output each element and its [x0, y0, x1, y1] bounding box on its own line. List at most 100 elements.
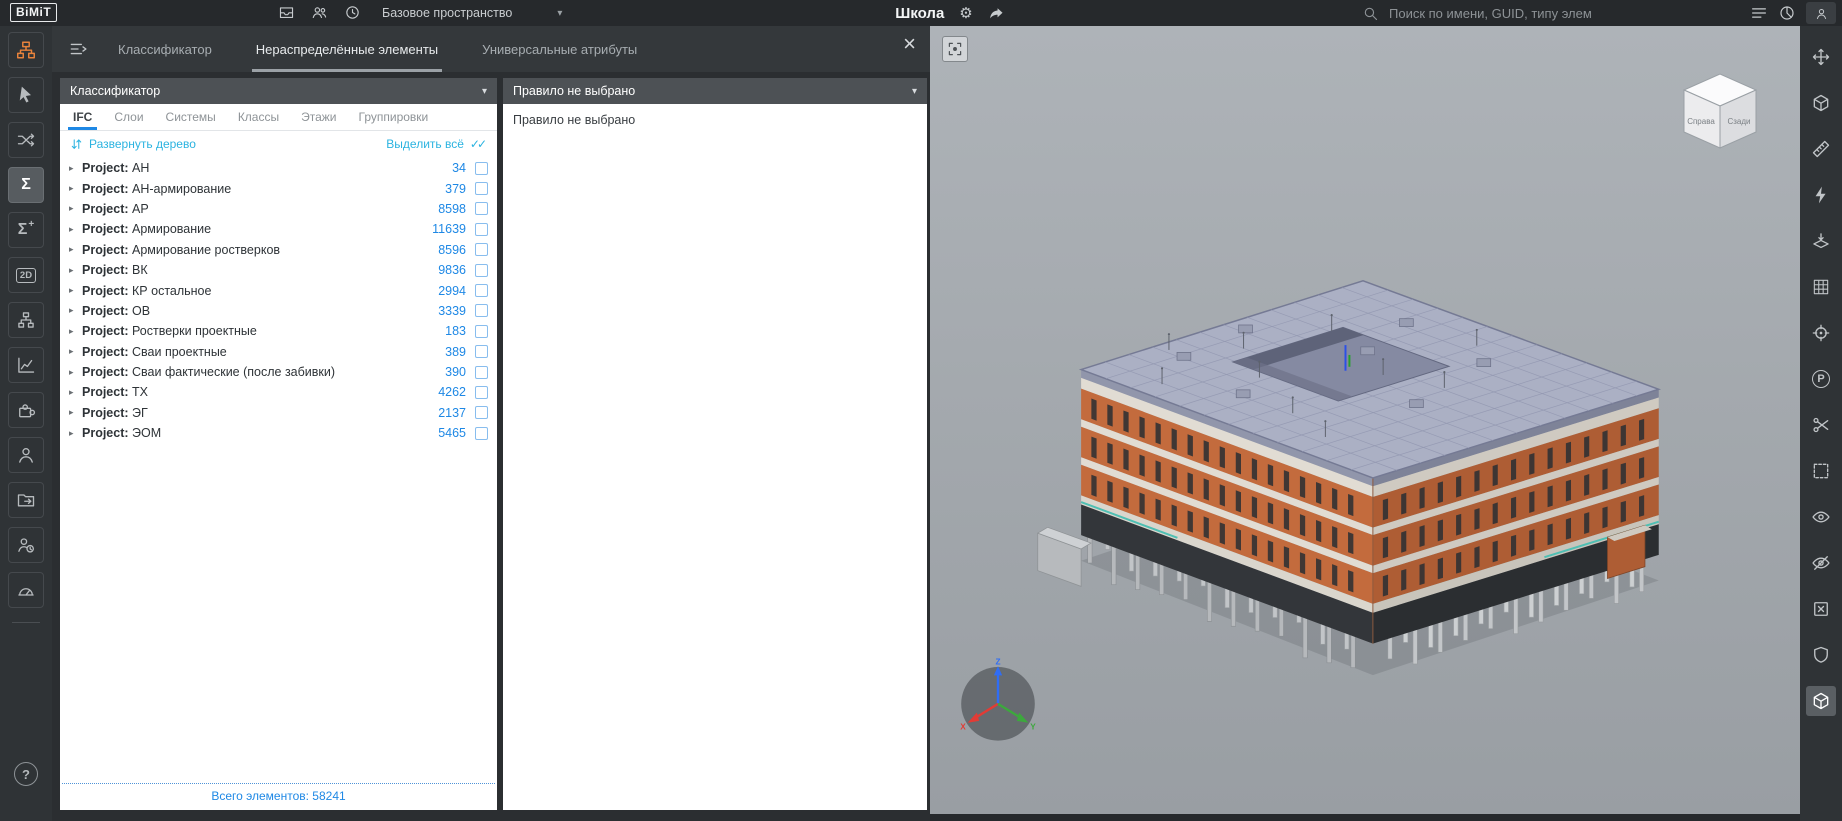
tool-filter-shield[interactable]: [1806, 640, 1836, 670]
sidebar-item-classifier-plus[interactable]: Σ+: [8, 212, 44, 248]
tree-row[interactable]: ▸Project: ЭГ2137: [60, 403, 497, 423]
tool-ruler[interactable]: [1806, 134, 1836, 164]
tree-row-checkbox[interactable]: [475, 182, 488, 195]
classifier-dropdown[interactable]: Классификатор ▾: [60, 78, 497, 104]
viewcube-face-label[interactable]: Сзади: [1727, 117, 1750, 126]
tool-show[interactable]: [1806, 502, 1836, 532]
tool-view-cube[interactable]: [1806, 686, 1836, 716]
classifier-subtab[interactable]: Этажи: [290, 104, 347, 130]
tool-clip-plane[interactable]: [1806, 226, 1836, 256]
focus-button[interactable]: [942, 36, 968, 62]
sidebar-item-model-structure[interactable]: [8, 32, 44, 68]
tree-row-checkbox[interactable]: [475, 223, 488, 236]
workspace-select[interactable]: Базовое пространство ▾: [382, 0, 562, 26]
list-icon[interactable]: [1750, 4, 1768, 22]
expand-tree-link[interactable]: Развернуть дерево: [70, 137, 196, 151]
tree-row[interactable]: ▸Project: Ростверки проектные183: [60, 321, 497, 341]
tool-parking[interactable]: P: [1806, 364, 1836, 394]
sidebar-item-users[interactable]: [8, 437, 44, 473]
tree-row-checkbox[interactable]: [475, 304, 488, 317]
tree-row-checkbox[interactable]: [475, 427, 488, 440]
tree-row-checkbox[interactable]: [475, 325, 488, 338]
collapse-panel-icon[interactable]: [68, 39, 88, 59]
tree-row-checkbox[interactable]: [475, 345, 488, 358]
tree-row-checkbox[interactable]: [475, 243, 488, 256]
view-cube[interactable]: Справа Сзади: [1670, 64, 1770, 154]
share-icon[interactable]: [988, 5, 1005, 22]
tool-select-area[interactable]: [1806, 456, 1836, 486]
panel-tab[interactable]: Классификатор: [118, 26, 212, 72]
tree-row-checkbox[interactable]: [475, 162, 488, 175]
tree-row-checkbox[interactable]: [475, 366, 488, 379]
history-clock-icon[interactable]: [344, 4, 361, 21]
sidebar-item-charts[interactable]: [8, 347, 44, 383]
axis-gizmo[interactable]: Z X Y: [952, 656, 1044, 748]
expand-arrow-icon[interactable]: ▸: [69, 346, 82, 357]
viewcube-face-label[interactable]: Справа: [1687, 117, 1715, 126]
recent-pie-icon[interactable]: [1778, 4, 1796, 22]
classifier-subtab[interactable]: Классы: [227, 104, 290, 130]
tree-row[interactable]: ▸Project: Армирование11639: [60, 219, 497, 239]
tree-row-checkbox[interactable]: [475, 284, 488, 297]
rule-dropdown[interactable]: Правило не выбрано ▾: [503, 78, 927, 104]
expand-arrow-icon[interactable]: ▸: [69, 305, 82, 316]
expand-arrow-icon[interactable]: ▸: [69, 224, 82, 235]
sidebar-item-plugins[interactable]: [8, 392, 44, 428]
sidebar-item-hierarchy[interactable]: [8, 302, 44, 338]
expand-arrow-icon[interactable]: ▸: [69, 285, 82, 296]
tool-hide-box[interactable]: [1806, 594, 1836, 624]
expand-arrow-icon[interactable]: ▸: [69, 203, 82, 214]
avatar[interactable]: [1806, 2, 1836, 24]
tree-row-checkbox[interactable]: [475, 202, 488, 215]
gear-icon[interactable]: ⚙: [959, 6, 972, 21]
global-search[interactable]: [1362, 0, 1659, 26]
sidebar-item-select[interactable]: [8, 77, 44, 113]
tool-center[interactable]: [1806, 318, 1836, 348]
tree-row[interactable]: ▸Project: ЭОМ5465: [60, 423, 497, 443]
classifier-subtab[interactable]: Слои: [103, 104, 154, 130]
tool-section-box[interactable]: [1806, 88, 1836, 118]
projects-tray-icon[interactable]: [278, 4, 295, 21]
help-button[interactable]: ?: [14, 762, 38, 786]
tree-row[interactable]: ▸Project: КР остальное2994: [60, 280, 497, 300]
expand-arrow-icon[interactable]: ▸: [69, 244, 82, 255]
tree-row[interactable]: ▸Project: АН34: [60, 158, 497, 178]
tool-clash[interactable]: [1806, 180, 1836, 210]
expand-arrow-icon[interactable]: ▸: [69, 387, 82, 398]
select-all-link[interactable]: Выделить всё ✓✓: [386, 137, 487, 151]
sidebar-item-collisions[interactable]: [8, 122, 44, 158]
classifier-subtab[interactable]: IFC: [62, 104, 103, 130]
tree-row-checkbox[interactable]: [475, 264, 488, 277]
tree-row-checkbox[interactable]: [475, 406, 488, 419]
tree-row[interactable]: ▸Project: АР8598: [60, 199, 497, 219]
panel-tab[interactable]: Универсальные атрибуты: [482, 26, 637, 72]
sidebar-item-profile[interactable]: [8, 527, 44, 563]
close-icon[interactable]: ×: [903, 33, 916, 55]
sidebar-item-classifier[interactable]: Σ: [8, 167, 44, 203]
tree-row[interactable]: ▸Project: Сваи проектные389: [60, 342, 497, 362]
search-input[interactable]: [1389, 6, 1659, 21]
expand-arrow-icon[interactable]: ▸: [69, 163, 82, 174]
expand-arrow-icon[interactable]: ▸: [69, 265, 82, 276]
classifier-subtab[interactable]: Группировки: [348, 104, 440, 130]
tree-row[interactable]: ▸Project: ОВ3339: [60, 301, 497, 321]
tool-pan[interactable]: [1806, 42, 1836, 72]
tree-row[interactable]: ▸Project: АН-армирование379: [60, 178, 497, 198]
panel-tab[interactable]: Нераспределённые элементы: [256, 26, 438, 72]
team-icon[interactable]: [311, 4, 328, 21]
tree-row[interactable]: ▸Project: ТХ4262: [60, 382, 497, 402]
tool-grid[interactable]: [1806, 272, 1836, 302]
expand-arrow-icon[interactable]: ▸: [69, 428, 82, 439]
tool-cut[interactable]: [1806, 410, 1836, 440]
classifier-subtab[interactable]: Системы: [155, 104, 227, 130]
sidebar-item-2d[interactable]: 2D: [8, 257, 44, 293]
tree-row[interactable]: ▸Project: Сваи фактические (после забивк…: [60, 362, 497, 382]
tree-row-checkbox[interactable]: [475, 386, 488, 399]
sidebar-item-export[interactable]: [8, 482, 44, 518]
tool-hide[interactable]: [1806, 548, 1836, 578]
tree-row[interactable]: ▸Project: Армирование ростверков8596: [60, 240, 497, 260]
sidebar-item-dashboard[interactable]: [8, 572, 44, 608]
expand-arrow-icon[interactable]: ▸: [69, 326, 82, 337]
tree-row[interactable]: ▸Project: ВК9836: [60, 260, 497, 280]
expand-arrow-icon[interactable]: ▸: [69, 367, 82, 378]
